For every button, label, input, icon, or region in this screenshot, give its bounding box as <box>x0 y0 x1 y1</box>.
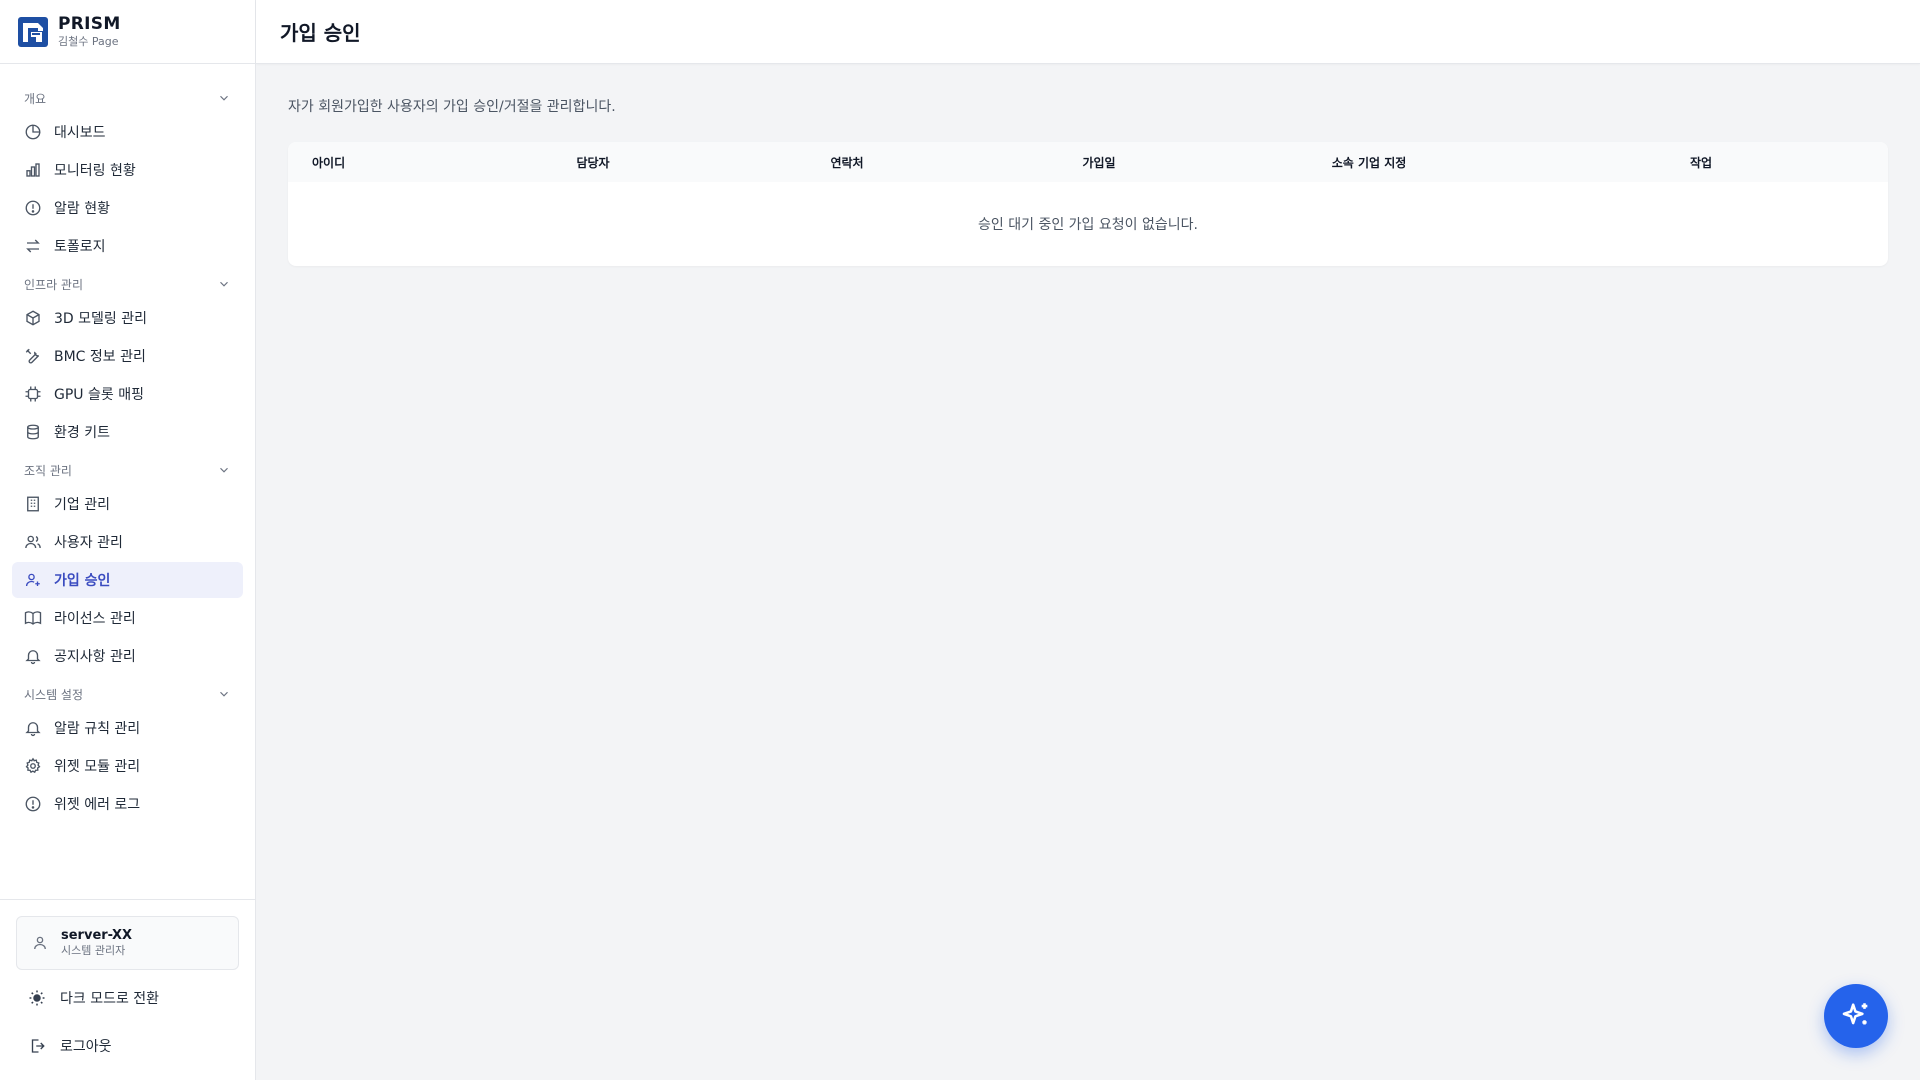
sidebar-item-bmc[interactable]: BMC 정보 관리 <box>12 338 243 374</box>
alert-circle-icon <box>25 200 41 216</box>
dark-mode-toggle-button[interactable]: 다크 모드로 전환 <box>16 978 239 1018</box>
user-plus-icon <box>25 573 40 587</box>
sidebar-item-label: 사용자 관리 <box>54 535 123 551</box>
sparkles-icon <box>1842 1003 1868 1025</box>
page-description: 자가 회원가입한 사용자의 가입 승인/거절을 관리합니다. <box>288 99 616 115</box>
wrench-icon <box>25 348 40 364</box>
sidebar-item-label: 대시보드 <box>54 125 106 141</box>
sidebar-item-signup-approval[interactable]: 가입 승인 <box>12 562 243 598</box>
sidebar-item-notices[interactable]: 공지사항 관리 <box>12 638 243 674</box>
pie-chart-icon <box>25 124 41 140</box>
sidebar-item-monitoring[interactable]: 모니터링 현황 <box>12 152 243 188</box>
sidebar-item-3d-modeling[interactable]: 3D 모델링 관리 <box>12 300 243 336</box>
column-header-actions: 작업 <box>1689 155 1713 170</box>
section-toggle-infra[interactable]: 인프라 관리 <box>12 270 243 298</box>
arrows-swap-icon <box>26 239 40 253</box>
app-root: PRISM 김철수 Page 개요 대시보드 모니터링 현황 알람 현황 토폴로… <box>0 0 1920 1080</box>
bell-icon <box>25 650 41 665</box>
sidebar-item-label: 토폴로지 <box>54 239 106 255</box>
sidebar: PRISM 김철수 Page 개요 대시보드 모니터링 현황 알람 현황 토폴로… <box>0 0 256 1080</box>
sidebar-item-label: 알람 규칙 관리 <box>54 721 141 737</box>
chip-icon <box>25 386 41 402</box>
bell-icon <box>25 722 41 737</box>
sidebar-item-company[interactable]: 기업 관리 <box>12 486 243 522</box>
section-toggle-org[interactable]: 조직 관리 <box>12 456 243 484</box>
dark-mode-label: 다크 모드로 전환 <box>60 991 160 1007</box>
sun-icon <box>29 990 45 1006</box>
ai-assistant-button[interactable] <box>1824 984 1888 1048</box>
sidebar-item-label: 알람 현황 <box>54 201 110 217</box>
column-header-joined-date[interactable]: 가입일 <box>974 142 1224 182</box>
sidebar-item-label: 가입 승인 <box>54 573 111 589</box>
database-icon <box>27 424 39 440</box>
sidebar-footer: server-XX 시스템 관리자 다크 모드로 전환 로그아웃 <box>0 899 255 1080</box>
nav-section-system: 시스템 설정 알람 규칙 관리 위젯 모듈 관리 위젯 에러 로그 <box>12 680 243 822</box>
section-title: 시스템 설정 <box>24 687 84 702</box>
chevron-down-icon <box>220 95 228 101</box>
nav-section-infra: 인프라 관리 3D 모델링 관리 BMC 정보 관리 GPU 슬롯 매핑 환경 … <box>12 270 243 450</box>
content: 자가 회원가입한 사용자의 가입 승인/거절을 관리합니다. 아이디 담당자 연… <box>256 64 1920 266</box>
sidebar-item-gpu-slot[interactable]: GPU 슬롯 매핑 <box>12 376 243 412</box>
chevron-down-icon <box>220 467 228 473</box>
sidebar-item-topology[interactable]: 토폴로지 <box>12 228 243 264</box>
gear-icon <box>25 757 41 774</box>
column-header-manager[interactable]: 담당자 <box>466 142 720 182</box>
sidebar-item-users[interactable]: 사용자 관리 <box>12 524 243 560</box>
section-title: 개요 <box>24 91 47 106</box>
column-header-id[interactable]: 아이디 <box>288 142 466 182</box>
sidebar-item-dashboard[interactable]: 대시보드 <box>12 114 243 150</box>
empty-state-message: 승인 대기 중인 가입 요청이 없습니다. <box>978 217 1198 233</box>
sidebar-item-widget-error-log[interactable]: 위젯 에러 로그 <box>12 786 243 822</box>
sidebar-item-alarm-status[interactable]: 알람 현황 <box>12 190 243 226</box>
column-header-contact[interactable]: 연락처 <box>720 142 974 182</box>
table-header-row: 아이디 담당자 연락처 가입일 소속 기업 지정 작업 <box>288 142 1888 182</box>
section-toggle-overview[interactable]: 개요 <box>12 84 243 112</box>
sidebar-item-label: 환경 키트 <box>54 425 110 441</box>
logout-icon <box>31 1039 45 1053</box>
book-icon <box>24 611 42 625</box>
column-header-assign-company[interactable]: 소속 기업 지정 <box>1224 142 1514 182</box>
sidebar-item-label: 위젯 에러 로그 <box>54 797 141 813</box>
user-icon <box>34 936 46 950</box>
sidebar-item-widget-modules[interactable]: 위젯 모듈 관리 <box>12 748 243 784</box>
brand[interactable]: PRISM 김철수 Page <box>0 0 255 64</box>
sidebar-item-label: 3D 모델링 관리 <box>54 311 147 327</box>
sidebar-item-label: 모니터링 현황 <box>54 163 136 179</box>
alert-circle-icon <box>25 796 41 812</box>
section-title: 조직 관리 <box>24 463 72 478</box>
user-role: 시스템 관리자 <box>61 944 126 958</box>
main-area: 가입 승인 자가 회원가입한 사용자의 가입 승인/거절을 관리합니다. 아이디… <box>256 0 1920 1080</box>
chevron-down-icon <box>220 281 228 287</box>
user-name: server-XX <box>61 928 133 943</box>
sidebar-item-label: 라이선스 관리 <box>54 611 136 627</box>
users-icon <box>25 535 41 549</box>
cube-icon <box>26 310 40 326</box>
logout-label: 로그아웃 <box>60 1039 112 1055</box>
logout-button[interactable]: 로그아웃 <box>16 1026 239 1066</box>
bar-chart-icon <box>26 163 40 177</box>
sidebar-item-label: BMC 정보 관리 <box>54 349 146 365</box>
sidebar-item-label: 위젯 모듈 관리 <box>54 759 141 775</box>
sidebar-item-env-kit[interactable]: 환경 키트 <box>12 414 243 450</box>
chevron-down-icon <box>220 691 228 697</box>
nav-section-overview: 개요 대시보드 모니터링 현황 알람 현황 토폴로지 <box>12 84 243 264</box>
section-title: 인프라 관리 <box>24 277 84 292</box>
brand-title: PRISM <box>58 14 121 35</box>
sidebar-item-label: 공지사항 관리 <box>54 649 136 665</box>
empty-row: 승인 대기 중인 가입 요청이 없습니다. <box>288 182 1888 266</box>
user-card[interactable]: server-XX 시스템 관리자 <box>16 916 239 970</box>
brand-subtitle: 김철수 Page <box>58 34 119 48</box>
sidebar-item-license[interactable]: 라이선스 관리 <box>12 600 243 636</box>
building-icon <box>27 496 39 512</box>
section-toggle-system[interactable]: 시스템 설정 <box>12 680 243 708</box>
page-title: 가입 승인 <box>280 21 361 45</box>
prism-logo-icon <box>18 16 48 47</box>
sidebar-item-alarm-rules[interactable]: 알람 규칙 관리 <box>12 710 243 746</box>
sidebar-nav: 개요 대시보드 모니터링 현황 알람 현황 토폴로지 인프라 관리 3D 모델링… <box>0 64 255 899</box>
sidebar-item-label: GPU 슬롯 매핑 <box>54 387 144 403</box>
signup-requests-table: 아이디 담당자 연락처 가입일 소속 기업 지정 작업 승인 대기 중인 가입 … <box>288 142 1888 266</box>
topbar: 가입 승인 <box>256 0 1920 64</box>
sidebar-item-label: 기업 관리 <box>54 497 110 513</box>
nav-section-org: 조직 관리 기업 관리 사용자 관리 가입 승인 라이선스 관리 공지사항 관리 <box>12 456 243 674</box>
